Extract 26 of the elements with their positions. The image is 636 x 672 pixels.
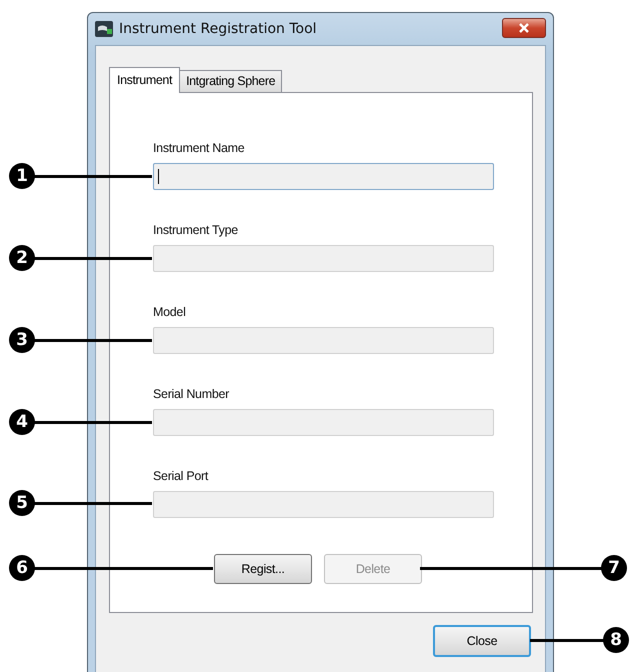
action-button[interactable]: Regist...	[214, 554, 312, 584]
input-field[interactable]	[153, 163, 494, 190]
field-label: Serial Port	[153, 469, 210, 485]
callout-number: 7	[601, 555, 627, 581]
input-field[interactable]	[153, 327, 494, 354]
text-cursor	[158, 169, 159, 184]
input-field[interactable]	[153, 409, 494, 436]
callout-number: 3	[9, 327, 35, 353]
window-title: Instrument Registration Tool	[119, 21, 318, 37]
field-label: Instrument Type	[153, 223, 239, 239]
input-field[interactable]	[153, 491, 494, 518]
callout-number: 6	[9, 555, 35, 581]
close-icon[interactable]	[502, 18, 546, 38]
callout-number: 8	[603, 627, 629, 653]
callout-number: 4	[9, 409, 35, 435]
callout-number: 2	[9, 245, 35, 271]
field-label: Model	[153, 305, 187, 321]
callout-number: 5	[9, 490, 35, 516]
field-label: Serial Number	[153, 387, 230, 403]
tab[interactable]: Intgrating Sphere	[179, 70, 282, 92]
input-field[interactable]	[153, 245, 494, 272]
callout-number: 1	[9, 163, 35, 189]
close-button[interactable]: Close	[433, 625, 531, 657]
app-icon	[95, 21, 113, 37]
tab[interactable]: Instrument	[109, 67, 180, 93]
field-label: Instrument Name	[153, 141, 246, 157]
